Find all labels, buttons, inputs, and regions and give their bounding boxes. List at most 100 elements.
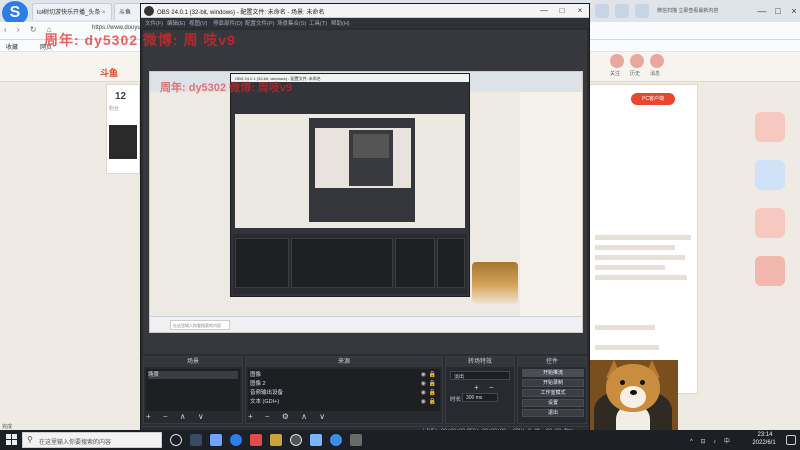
nested-page-right [520,92,582,332]
duration-label: 时长 [450,397,462,403]
tab-close-icon[interactable]: × [102,10,106,16]
nested-preview-level-2 [235,114,465,228]
extension-icon[interactable] [615,4,629,18]
user-icon[interactable] [595,4,609,18]
eye-icon[interactable]: ◉ [421,398,426,406]
menu-view[interactable]: 视图(V) [189,19,207,27]
obs-minimize-button[interactable]: — [537,5,551,17]
clock-date[interactable]: 2022/6/1 [746,440,782,446]
promo-banner[interactable] [755,256,785,286]
obs-maximize-button[interactable]: □ [555,5,569,17]
cortana-icon[interactable] [170,434,182,446]
site-logo[interactable]: 斗鱼 [100,66,118,79]
dog-nose [630,390,637,395]
promo-banner[interactable] [755,208,785,238]
obs-close-button[interactable]: × [573,5,587,17]
browser-right-tools: 微信扫描 立即查看最新内容 — □ × [595,4,800,20]
watermark-text: 周年: dy5302 微博: 周 吱v9 [44,32,236,48]
obs-docks: 场景 场景 + − ∧ ∨ 来源 图像 ◉ 🔒 图像 2 ◉ 🔒 音频输出设备 … [143,356,587,424]
transitions-header: 转场特效 [446,357,514,367]
browser-status: 完成 [2,424,13,430]
app-icon[interactable] [330,434,342,446]
start-icon-part [6,440,11,445]
nested-webcam [472,262,518,304]
start-icon-part [12,440,17,445]
clock-time[interactable]: 23:14 [750,432,780,438]
system-tray[interactable]: ^ ⊡ ♪ 中 [690,436,733,445]
menu-profile[interactable]: 配置文件(P) [245,19,274,27]
source-item[interactable]: 文本 (GDI+) ◉ 🔒 [250,398,438,406]
browser-taskbar-icon[interactable] [230,434,242,446]
obs-taskbar-icon[interactable] [290,434,302,446]
text-line [595,255,685,260]
follow-icon[interactable] [610,54,624,68]
lock-icon[interactable]: 🔒 [429,389,436,397]
menu-tools[interactable]: 工具(T) [309,19,327,27]
menu-help[interactable]: 帮助(H) [331,19,350,27]
sources-list: 图像 ◉ 🔒 图像 2 ◉ 🔒 音频输出设备 ◉ 🔒 文本 (GDI+) ◉ 🔒 [248,369,440,411]
preview-desktop-capture: OBS 24.0.1 (32-bit, windows) - 配置文件: 未命名 [149,71,583,333]
source-label: 图像 [250,372,262,378]
pc-client-button[interactable]: PC客户端 [631,93,675,105]
close-button[interactable]: × [787,4,800,18]
follower-count: 12 [115,91,127,102]
search-icon: ⚲ [27,435,33,444]
eye-icon[interactable]: ◉ [421,371,426,379]
nested-preview-level-3 [315,128,411,188]
airplane-app-icon[interactable] [210,434,222,446]
transition-select[interactable]: 淡出 [450,371,510,380]
menu-docks[interactable]: 停靠部件(D) [213,19,243,27]
scenes-toolbar[interactable]: + − ∧ ∨ [146,412,209,422]
sources-dock: 来源 图像 ◉ 🔒 图像 2 ◉ 🔒 音频输出设备 ◉ 🔒 文本 (GDI+) … [245,356,443,424]
menu-scene-collection[interactable]: 场景集合(S) [277,19,306,27]
source-label: 音频输出设备 [250,390,284,396]
scenes-dock: 场景 场景 + − ∧ ∨ [143,356,243,424]
lock-icon[interactable]: 🔒 [429,380,436,388]
task-view-icon[interactable] [190,434,202,446]
obs-window: OBS 24.0.1 (32-bit, windows) - 配置文件: 未命名… [140,3,590,435]
site-header-icons: 关注 历史 消息 [610,54,700,82]
nested-dock [395,238,435,288]
app-icon[interactable] [250,434,262,446]
eye-icon[interactable]: ◉ [421,380,426,388]
taskbar-search-box[interactable]: ⚲ 在这里输入你要搜索的内容 [22,432,162,448]
text-line [595,325,655,330]
streamer-thumbnail[interactable] [109,125,137,159]
studio-mode-button[interactable]: 工作室模式 [522,389,584,397]
message-icon[interactable] [650,54,664,68]
eye-icon[interactable]: ◉ [421,389,426,397]
menu-file[interactable]: 文件(F) [145,19,163,27]
source-item[interactable]: 音频输出设备 ◉ 🔒 [250,389,438,397]
browser-tab-active[interactable]: lol树切游快乐开播_头条 × [32,3,112,20]
app-icon[interactable] [310,434,322,446]
source-item[interactable]: 图像 ◉ 🔒 [250,371,438,379]
history-icon[interactable] [630,54,644,68]
promo-column [745,112,790,322]
menu-icon[interactable] [635,4,649,18]
app-icon[interactable] [350,434,362,446]
windows-start-icon[interactable] [6,434,18,446]
promo-banner[interactable] [755,112,785,142]
settings-button[interactable]: 设置 [522,399,584,407]
duration-input[interactable]: 300 ms [462,393,498,402]
nested-dock [235,238,289,288]
exit-button[interactable]: 退出 [522,409,584,417]
promo-banner[interactable] [755,160,785,190]
scenes-list: 场景 [146,369,240,411]
start-recording-button[interactable]: 开始录制 [522,379,584,387]
bookmark-favorites[interactable]: 收藏 [6,42,18,51]
maximize-button[interactable]: □ [771,4,785,18]
sources-toolbar[interactable]: + − ⚙ ∧ ∨ [248,412,330,422]
minimize-button[interactable]: — [755,4,769,18]
app-icon[interactable] [270,434,282,446]
menu-edit[interactable]: 编辑(E) [167,19,185,27]
scene-item[interactable]: 场景 [148,371,238,379]
start-streaming-button[interactable]: 开始推流 [522,369,584,377]
nested-obs-window: OBS 24.0.1 (32-bit, windows) - 配置文件: 未命名 [230,73,470,297]
notification-icon[interactable] [786,435,796,445]
lock-icon[interactable]: 🔒 [429,371,436,379]
message-label: 消息 [650,71,661,77]
lock-icon[interactable]: 🔒 [429,398,436,406]
source-item[interactable]: 图像 2 ◉ 🔒 [250,380,438,388]
text-line [595,345,659,350]
